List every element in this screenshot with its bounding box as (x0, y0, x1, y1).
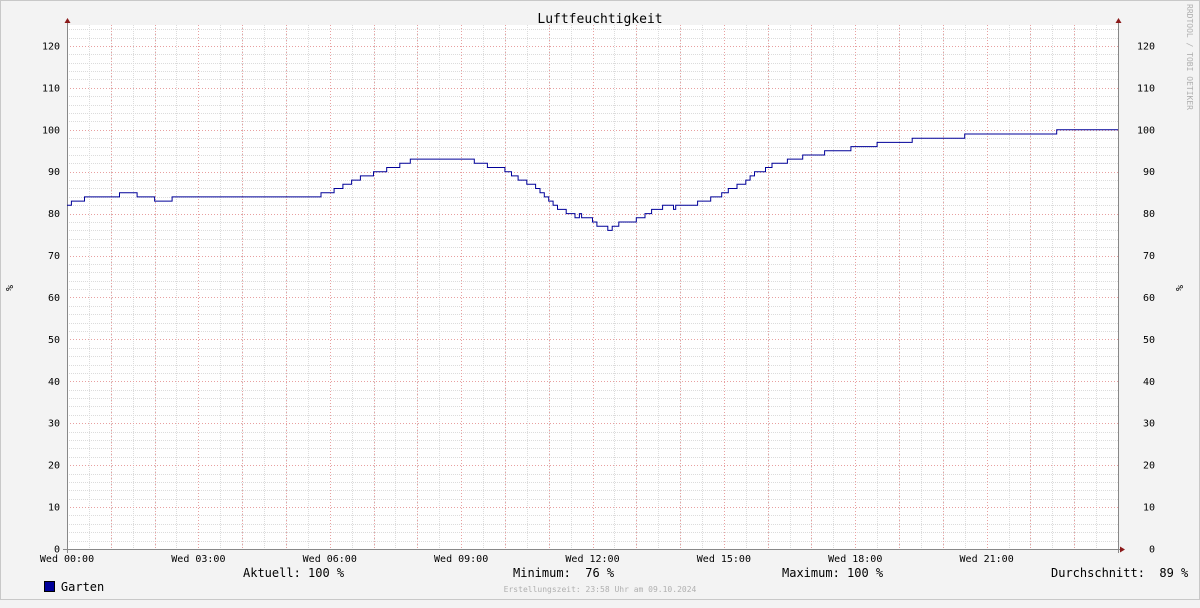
y-tick-label-left: 90 (48, 167, 60, 178)
legend-minimum: Minimum: 76 % (513, 566, 615, 580)
y-tick-label-left: 40 (48, 377, 60, 388)
x-tick-label: Wed 18:00 (828, 554, 882, 565)
y-tick-label-left: 20 (48, 461, 60, 472)
y-tick-label-left: 30 (48, 419, 60, 430)
y-tick-label-left: 120 (42, 41, 60, 52)
footer-timestamp: Erstellungszeit: 23:58 Uhr am 09.10.2024 (503, 585, 697, 594)
x-tick-label: Wed 00:00 (40, 554, 94, 565)
y-tick-label-left: 50 (48, 335, 60, 346)
y-tick-label-right: 60 (1143, 293, 1155, 304)
y-tick-label-right: 10 (1143, 503, 1155, 514)
legend-aktuell: Aktuell: 100 % (243, 566, 345, 580)
y-tick-label-right: 40 (1143, 377, 1155, 388)
x-axis: Wed 00:00 Wed 03:00 Wed 06:00 Wed 09:00 Wed … (40, 554, 1014, 565)
y-tick-label-left: 100 (42, 125, 60, 136)
humidity-chart: 0 10 20 30 40 50 60 70 80 90 100 110 120 0 10 20 30 40 50… (5, 4, 1194, 565)
x-tick-label: Wed 09:00 (434, 554, 488, 565)
x-tick-label: Wed 15:00 (697, 554, 751, 565)
y-axis-arrow-left (64, 18, 71, 23)
y-tick-label-right: 20 (1143, 461, 1155, 472)
legend: Garten Aktuell: 100 % Minimum: 76 % Maxi… (0, 566, 1200, 594)
y-tick-label-left: 60 (48, 293, 60, 304)
y-tick-label-right: 70 (1143, 251, 1155, 262)
y-tick-label-right: 0 (1149, 545, 1155, 556)
x-tick-label: Wed 12:00 (565, 554, 619, 565)
y-tick-label-left: 110 (42, 83, 60, 94)
y-tick-label-right: 100 (1137, 125, 1155, 136)
y-axis-left: 0102030405060708090100110120 (42, 41, 60, 555)
y-tick-label-right: 110 (1137, 83, 1155, 94)
y-axis-arrow-right (1115, 18, 1122, 23)
x-tick-label: Wed 06:00 (303, 554, 357, 565)
x-axis-arrow (1120, 546, 1125, 553)
y-tick-label-right: 30 (1143, 419, 1155, 430)
y-axis-label-right: % (1175, 285, 1186, 291)
rrdtool-watermark: RRDTOOL / TOBI OETIKER (1185, 4, 1194, 110)
y-tick-label-right: 90 (1143, 167, 1155, 178)
y-tick-label-left: 70 (48, 251, 60, 262)
y-tick-label-right: 80 (1143, 209, 1155, 220)
x-tick-label: Wed 03:00 (171, 554, 225, 565)
legend-durchschnitt: Durchschnitt: 89 % (1051, 566, 1189, 580)
x-tick-label: Wed 21:00 (960, 554, 1014, 565)
plot-background (67, 25, 1118, 549)
y-tick-label-right: 50 (1143, 335, 1155, 346)
y-axis-label-left: % (5, 285, 16, 291)
chart-title: Luftfeuchtigkeit (537, 12, 662, 27)
y-tick-label-left: 10 (48, 503, 60, 514)
y-axis-right: 0 10 20 30 40 50 60 70 80 90 100 110 120 (1137, 41, 1155, 555)
legend-maximum: Maximum: 100 % (782, 566, 884, 580)
y-tick-label-right: 120 (1137, 41, 1155, 52)
y-tick-label-left: 80 (48, 209, 60, 220)
